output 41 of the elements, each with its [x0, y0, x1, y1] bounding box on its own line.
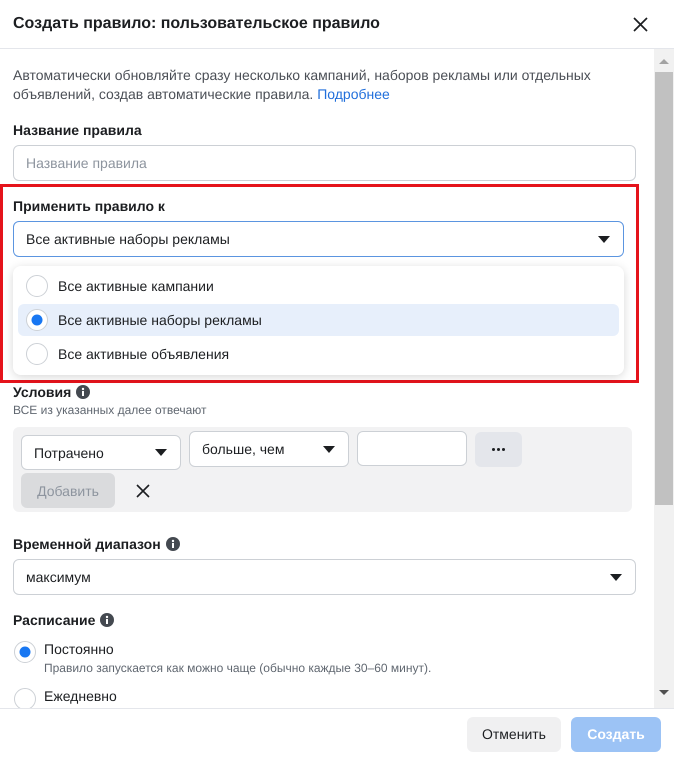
caret-icon: [323, 446, 335, 452]
section-label: Временной диапазон: [13, 535, 161, 553]
radio-label[interactable]: Ежедневно: [44, 687, 117, 705]
caret-icon: [155, 449, 167, 456]
value-input[interactable]: [357, 431, 467, 466]
close-icon[interactable]: [633, 16, 648, 32]
conditions-hint: ВСЕ из указанных далее отвечают: [13, 402, 208, 418]
radio-button[interactable]: [26, 275, 48, 297]
info-icon[interactable]: [100, 613, 114, 627]
info-icon[interactable]: [76, 385, 90, 399]
radio-button[interactable]: [26, 343, 48, 365]
scroll-down-icon[interactable]: [659, 690, 669, 695]
scroll-up-icon[interactable]: [659, 59, 669, 64]
caret-icon: [610, 574, 622, 580]
option-description: Правило запускается как можно чаще (обычно каждые 30–60 минут).: [44, 660, 432, 676]
scrollbar-thumb[interactable]: [655, 72, 673, 505]
close-icon[interactable]: [136, 484, 150, 498]
radio-label[interactable]: Постоянно: [44, 640, 432, 658]
dropdown-option[interactable]: Все активные объявления: [18, 338, 619, 370]
apply-to-select[interactable]: Все активные наборы рекламы: [13, 221, 624, 257]
intro-text: Автоматически обновляйте сразу несколько кампаний, наборов рекламы или отдельных объявлений, создав автоматические правила. Подробнее: [13, 66, 592, 104]
info-icon[interactable]: [166, 537, 180, 551]
cancel-button[interactable]: Отменить: [467, 716, 561, 752]
radio-button[interactable]: [14, 688, 36, 708]
radio-button[interactable]: [26, 309, 48, 331]
section-label: Применить правило к: [13, 197, 165, 215]
dropdown-option[interactable]: Все активные кампании: [18, 270, 619, 302]
scrollbar[interactable]: [654, 49, 674, 708]
dialog-title: Создать правило: пользовательское правило: [13, 15, 380, 33]
section-label: Расписание: [13, 611, 96, 629]
more-icon: [492, 448, 505, 451]
rule-name-input[interactable]: Название правила: [13, 145, 636, 181]
metric-select[interactable]: Потрачено: [21, 435, 181, 470]
section-label: Название правила: [13, 121, 142, 139]
time-range-select[interactable]: максимум: [13, 559, 636, 595]
section-label: Условия: [13, 383, 72, 401]
radio-button[interactable]: [14, 641, 36, 663]
learn-more-link[interactable]: Подробнее: [317, 86, 390, 102]
dropdown-option[interactable]: Все активные наборы рекламы: [18, 304, 619, 336]
caret-icon: [598, 236, 610, 242]
operator-select[interactable]: больше, чем: [189, 431, 349, 467]
